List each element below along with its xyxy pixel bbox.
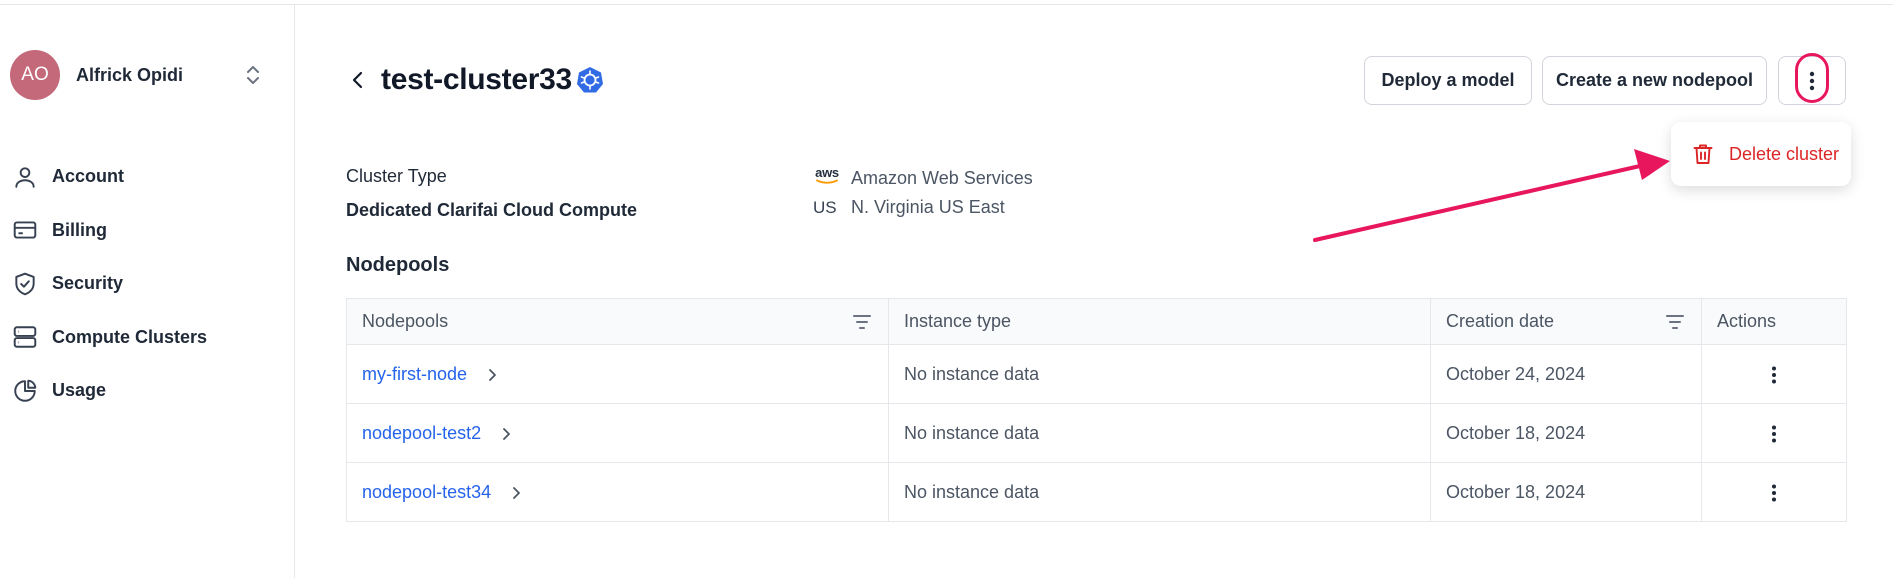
table-row: nodepool-test34 No instance data October…	[346, 462, 1847, 522]
table-row: nodepool-test2 No instance data October …	[346, 403, 1847, 463]
page-title: test-cluster33	[381, 63, 572, 96]
chevron-right-icon[interactable]	[499, 426, 513, 442]
server-icon	[13, 326, 37, 348]
back-icon[interactable]	[346, 68, 370, 92]
region-name: N. Virginia US East	[851, 197, 1005, 217]
sidebar-item-label: Account	[52, 166, 124, 187]
sidebar-item-security[interactable]: Security	[12, 257, 282, 311]
profile-switcher[interactable]: AO Alfrick Opidi	[10, 49, 280, 101]
nodepools-section-title: Nodepools	[346, 254, 450, 276]
avatar: AO	[10, 50, 60, 100]
region-code: US	[813, 197, 837, 217]
chevron-up-down-icon[interactable]	[244, 63, 262, 87]
nodepool-link[interactable]: nodepool-test2	[362, 423, 481, 443]
sidebar-item-label: Security	[52, 273, 124, 294]
deploy-model-button[interactable]: Deploy a model	[1364, 56, 1532, 105]
instance-type-cell: No instance data	[888, 462, 1431, 522]
sidebar-item-compute-clusters[interactable]: Compute Clusters	[12, 311, 282, 365]
provider-info: aws Amazon Web Services	[813, 166, 1033, 190]
creation-date-cell: October 24, 2024	[1430, 344, 1702, 404]
column-header-nodepools: Nodepools	[346, 298, 889, 345]
cluster-type-value: Dedicated Clarifai Cloud Compute	[346, 200, 638, 220]
instance-type-cell: No instance data	[888, 403, 1431, 463]
table-row: my-first-node No instance data October 2…	[346, 344, 1847, 404]
column-header-instance-type: Instance type	[888, 298, 1431, 345]
shield-icon	[15, 272, 35, 296]
row-actions-icon[interactable]	[1770, 483, 1778, 503]
credit-card-icon	[13, 221, 37, 239]
sidebar-nav: Account Billing Security Compute Cluster…	[12, 150, 282, 418]
region-info: US N. Virginia US East	[813, 197, 1005, 218]
chevron-right-icon[interactable]	[485, 367, 499, 383]
profile-name: Alfrick Opidi	[76, 64, 184, 85]
column-header-actions: Actions	[1701, 298, 1847, 345]
sidebar-item-label: Billing	[52, 219, 107, 240]
creation-date-cell: October 18, 2024	[1430, 462, 1702, 522]
provider-name: Amazon Web Services	[851, 167, 1033, 188]
sidebar-item-account[interactable]: Account	[12, 150, 282, 204]
delete-cluster-item[interactable]: Delete cluster	[1729, 144, 1839, 165]
filter-icon[interactable]	[1665, 313, 1685, 331]
user-icon	[15, 167, 35, 188]
filter-icon[interactable]	[852, 313, 872, 331]
nodepool-link[interactable]: nodepool-test34	[362, 482, 491, 502]
annotation-highlight-ring	[1795, 53, 1829, 103]
cluster-options-menu[interactable]: Delete cluster	[1671, 122, 1851, 186]
cluster-type-label: Cluster Type	[346, 166, 447, 186]
chevron-right-icon[interactable]	[509, 485, 523, 501]
trash-icon	[1693, 144, 1713, 164]
creation-date-cell: October 18, 2024	[1430, 403, 1702, 463]
nodepools-table: Nodepools Instance type Creation date Ac…	[346, 298, 1847, 522]
column-header-creation-date: Creation date	[1430, 298, 1702, 345]
aws-logo-icon: aws	[813, 166, 841, 190]
sidebar-item-label: Compute Clusters	[52, 326, 208, 347]
row-actions-icon[interactable]	[1770, 365, 1778, 385]
kubernetes-icon	[577, 67, 603, 93]
sidebar: AO Alfrick Opidi Account Billing Securit…	[0, 5, 295, 578]
row-actions-icon[interactable]	[1770, 424, 1778, 444]
table-header-row: Nodepools Instance type Creation date Ac…	[346, 298, 1847, 345]
sidebar-item-usage[interactable]: Usage	[12, 364, 282, 418]
create-nodepool-button[interactable]: Create a new nodepool	[1542, 56, 1767, 105]
sidebar-item-billing[interactable]: Billing	[12, 204, 282, 258]
instance-type-cell: No instance data	[888, 344, 1431, 404]
nodepool-link[interactable]: my-first-node	[362, 364, 467, 384]
pie-chart-icon	[14, 379, 37, 402]
sidebar-item-label: Usage	[52, 380, 107, 401]
